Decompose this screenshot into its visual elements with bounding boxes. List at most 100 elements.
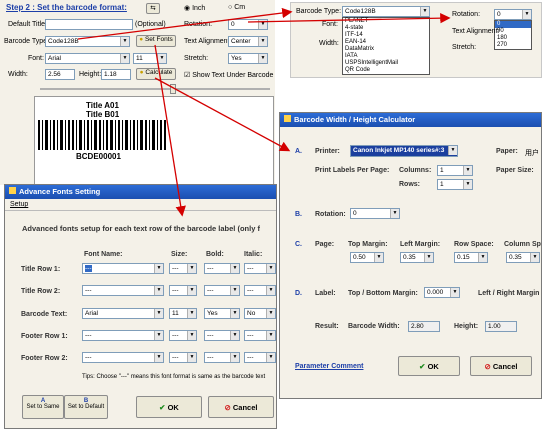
- row-font-select[interactable]: --- ▼: [82, 330, 164, 341]
- slider-track[interactable]: [40, 88, 270, 90]
- calc-rotation-select[interactable]: 0 ▼: [350, 208, 400, 219]
- popup-stretch-label: Stretch:: [452, 44, 477, 51]
- height-input[interactable]: 1.18: [101, 69, 131, 80]
- height-label: Height:: [79, 71, 102, 78]
- row-size-select[interactable]: --- ▼: [169, 285, 197, 296]
- set-to-same-label: Set to Same: [26, 404, 60, 410]
- row-font-select[interactable]: Arial ▼: [82, 308, 164, 319]
- row-space-label: Row Space:: [454, 241, 494, 248]
- fonts-ok-button[interactable]: ✔ OK: [136, 396, 202, 418]
- popup-barcode-type-select[interactable]: Code128B ▼: [342, 6, 430, 17]
- stretch-select[interactable]: Yes ▼: [228, 53, 268, 64]
- row-bold-select[interactable]: --- ▼: [204, 263, 240, 274]
- font-size-select[interactable]: 11 ▼: [133, 53, 167, 64]
- unit-cm-radio[interactable]: ○ Cm: [228, 4, 245, 11]
- type-option[interactable]: ITF-14: [343, 32, 429, 39]
- row-italic-select[interactable]: --- ▼: [244, 285, 276, 296]
- printer-select[interactable]: Canon Inkjet MP140 series#:3 ▼: [350, 145, 458, 157]
- type-option[interactable]: QR Code: [343, 67, 429, 74]
- toolbar-button[interactable]: ⇆: [146, 3, 160, 14]
- rows-select[interactable]: 1 ▼: [437, 179, 473, 190]
- section-a: A.: [295, 148, 302, 155]
- show-text-checkbox[interactable]: ☑ Show Text Under Barcode: [184, 71, 273, 79]
- row-size-select[interactable]: --- ▼: [169, 352, 197, 363]
- col-size: Size:: [171, 251, 188, 258]
- row-italic-select[interactable]: --- ▼: [244, 330, 276, 341]
- fonts-ok-label: OK: [167, 403, 179, 412]
- cancel-icon: ⊘: [484, 362, 491, 371]
- calc-rotation-label: Rotation:: [315, 211, 346, 218]
- set-to-same-button[interactable]: A Set to Same: [22, 395, 64, 419]
- column-space-label: Column Sp: [504, 241, 541, 248]
- result-label: Result:: [315, 323, 339, 330]
- window-icon: [9, 187, 16, 194]
- slider-thumb[interactable]: [170, 84, 176, 94]
- row-size-select[interactable]: --- ▼: [169, 330, 197, 341]
- paper-size-label: Paper Size:: [496, 167, 534, 174]
- font-select[interactable]: Arial ▼: [45, 53, 130, 64]
- rotation-option[interactable]: 180: [495, 35, 531, 42]
- unit-inch-radio[interactable]: ◉ Inch: [184, 4, 205, 12]
- left-right-margin-label: Left / Right Margin: [478, 290, 540, 297]
- preview-title-2: Title B01: [86, 110, 120, 119]
- row-bold-select[interactable]: --- ▼: [204, 330, 240, 341]
- set-fonts-button[interactable]: ● Set Fonts: [136, 35, 176, 47]
- col-font-name: Font Name:: [84, 251, 123, 258]
- check-icon: ✔: [419, 362, 426, 371]
- rotation-option[interactable]: 90: [495, 28, 531, 35]
- row-bold-select[interactable]: --- ▼: [204, 285, 240, 296]
- type-option[interactable]: IATA: [343, 53, 429, 60]
- text-alignment-label: Text Alignment:: [184, 38, 232, 45]
- row-italic-select[interactable]: --- ▼: [244, 352, 276, 363]
- top-bottom-margin-select[interactable]: 0.000 ▼: [424, 287, 460, 298]
- row-bold-select[interactable]: Yes ▼: [204, 308, 240, 319]
- optional-label: (Optional): [135, 21, 166, 28]
- rotation-dropdown-list[interactable]: 0 90 180 270: [494, 20, 532, 50]
- columns-label: Columns:: [399, 167, 432, 174]
- row-font-select[interactable]: --- ▼: [82, 263, 164, 274]
- popup-barcode-type-label: Barcode Type:: [296, 8, 342, 15]
- labels-per-page-label: Print Labels Per Page:: [315, 167, 390, 174]
- column-space-select[interactable]: 0.35 ▼: [506, 252, 540, 263]
- row-size-select[interactable]: --- ▼: [169, 263, 197, 274]
- row-font-select[interactable]: --- ▼: [82, 352, 164, 363]
- calculate-button[interactable]: ● Calculate: [136, 68, 176, 80]
- popup-rotation-select[interactable]: 0 ▼: [494, 9, 532, 20]
- type-option[interactable]: PLANET: [343, 18, 429, 25]
- menu-setup[interactable]: Setup: [10, 201, 28, 208]
- rotation-select[interactable]: 0 ▼: [228, 19, 268, 30]
- row-bold-select[interactable]: --- ▼: [204, 352, 240, 363]
- type-option[interactable]: 4-state: [343, 25, 429, 32]
- rotation-option[interactable]: 0: [495, 21, 531, 28]
- columns-select[interactable]: 1 ▼: [437, 165, 473, 176]
- type-option[interactable]: DataMatrix: [343, 46, 429, 53]
- fonts-title: Advance Fonts Setting: [19, 187, 101, 196]
- calc-icon: ●: [139, 69, 144, 76]
- fonts-cancel-button[interactable]: ⊘ Cancel: [208, 396, 274, 418]
- calc-ok-button[interactable]: ✔ OK: [398, 356, 460, 376]
- printer-label: Printer:: [315, 148, 340, 155]
- row-font-select[interactable]: --- ▼: [82, 285, 164, 296]
- default-title-input[interactable]: [45, 19, 133, 30]
- row-label: Footer Row 1:: [21, 333, 68, 340]
- barcode-image: [38, 120, 166, 150]
- text-alignment-select[interactable]: Center ▼: [228, 36, 268, 47]
- type-option[interactable]: EAN-14: [343, 39, 429, 46]
- left-margin-select[interactable]: 0.35 ▼: [400, 252, 434, 263]
- row-italic-select[interactable]: --- ▼: [244, 263, 276, 274]
- width-input[interactable]: 2.56: [45, 69, 75, 80]
- row-size-select[interactable]: 11 ▼: [169, 308, 197, 319]
- rotation-option[interactable]: 270: [495, 42, 531, 49]
- type-option[interactable]: USPSIntelligentMail: [343, 60, 429, 67]
- set-to-default-button[interactable]: B Set to Default: [64, 395, 108, 419]
- row-space-select[interactable]: 0.15 ▼: [454, 252, 488, 263]
- barcode-type-dropdown-list[interactable]: PLANET 4-state ITF-14 EAN-14 DataMatrix …: [342, 17, 430, 75]
- parameter-comment-link[interactable]: Parameter Comment: [295, 363, 363, 370]
- calc-cancel-button[interactable]: ⊘ Cancel: [470, 356, 532, 376]
- top-margin-select[interactable]: 0.50 ▼: [350, 252, 384, 263]
- barcode-type-select[interactable]: Code128B ▼: [45, 36, 130, 47]
- left-margin-label: Left Margin:: [400, 241, 441, 248]
- section-d: D.: [295, 290, 302, 297]
- paper-value[interactable]: 用户: [525, 148, 539, 158]
- row-italic-select[interactable]: No ▼: [244, 308, 276, 319]
